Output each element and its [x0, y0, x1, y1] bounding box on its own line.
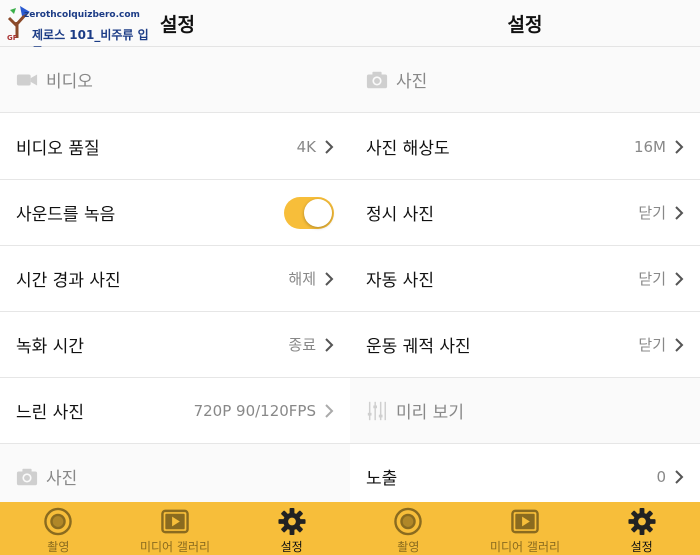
- tab-media-gallery[interactable]: 미디어 갤러리: [117, 502, 234, 555]
- row-label: 사운드를 녹음: [16, 205, 116, 225]
- tab-label: 미디어 갤러리: [489, 540, 561, 554]
- shutter-icon: [394, 507, 423, 536]
- row-value: 해제: [288, 270, 316, 288]
- row-label: 사진 해상도: [366, 139, 450, 159]
- chevron-right-icon: [675, 205, 684, 220]
- tab-capture[interactable]: 촬영: [350, 502, 467, 555]
- play-icon: [161, 509, 189, 534]
- section-label: 사진: [46, 469, 78, 489]
- row-label: 느린 사진: [16, 403, 84, 423]
- row-timed-photo[interactable]: 정시 사진 닫기: [350, 180, 700, 246]
- row-value: 720P 90/120FPS: [193, 401, 316, 420]
- section-photo: 사진: [350, 47, 700, 113]
- header: 설정: [350, 0, 700, 47]
- gear-icon: [278, 507, 306, 536]
- row-auto-photo[interactable]: 자동 사진 닫기: [350, 246, 700, 312]
- video-icon: [16, 74, 38, 85]
- tab-label: 설정: [280, 540, 303, 554]
- sliders-icon: [367, 401, 386, 420]
- tab-bar: 촬영 미디어 갤러리 설정: [0, 502, 350, 555]
- section-photo: 사진: [0, 444, 350, 510]
- section-label: 미리 보기: [396, 403, 464, 423]
- tab-label: 촬영: [47, 540, 70, 554]
- row-record-time[interactable]: 녹화 시간 종료: [0, 312, 350, 378]
- tab-label: 촬영: [397, 540, 420, 554]
- row-slow-motion[interactable]: 느린 사진 720P 90/120FPS: [0, 378, 350, 444]
- tab-settings[interactable]: 설정: [583, 502, 700, 555]
- row-timelapse[interactable]: 시간 경과 사진 해제: [0, 246, 350, 312]
- row-value: 닫기: [638, 336, 666, 354]
- row-photo-resolution[interactable]: 사진 해상도 16M: [350, 114, 700, 180]
- chevron-right-icon: [325, 337, 334, 352]
- watermark-gf: GF: [7, 34, 18, 42]
- tab-bar: 촬영 미디어 갤러리 설정: [350, 502, 700, 555]
- section-video: 비디오: [0, 47, 350, 113]
- camera-icon: [16, 468, 38, 485]
- section-label: 사진: [396, 72, 428, 92]
- row-label: 녹화 시간: [16, 337, 84, 357]
- settings-panel-right: 설정 사진 사진 해상도 16M 정시 사진 닫기 자동 사진 닫기 운동 궤적…: [350, 0, 700, 555]
- row-value: 종료: [288, 336, 316, 354]
- tab-label: 미디어 갤러리: [139, 540, 211, 554]
- row-video-quality[interactable]: 비디오 품질 4K: [0, 114, 350, 180]
- row-value: 0: [656, 467, 666, 486]
- row-exposure[interactable]: 노출 0: [350, 444, 700, 510]
- chevron-right-icon: [325, 403, 334, 418]
- tab-settings[interactable]: 설정: [233, 502, 350, 555]
- watermark-url: zerothcolquizbero.com: [24, 10, 140, 20]
- row-label: 시간 경과 사진: [16, 271, 121, 291]
- chevron-right-icon: [675, 139, 684, 154]
- chevron-right-icon: [675, 337, 684, 352]
- tab-label: 설정: [630, 540, 653, 554]
- play-icon: [511, 509, 539, 534]
- tab-capture[interactable]: 촬영: [0, 502, 117, 555]
- row-record-sound: 사운드를 녹음: [0, 180, 350, 246]
- section-preview: 미리 보기: [350, 378, 700, 444]
- row-label: 자동 사진: [366, 271, 434, 291]
- settings-panel-left: zerothcolquizbero.com 제로스 101_비주류 입문 GF …: [0, 0, 350, 555]
- chevron-right-icon: [675, 271, 684, 286]
- page-title: 설정: [507, 13, 543, 36]
- row-value: 16M: [633, 137, 666, 156]
- camera-icon: [366, 71, 388, 88]
- record-sound-toggle[interactable]: [284, 196, 334, 229]
- tab-media-gallery[interactable]: 미디어 갤러리: [467, 502, 584, 555]
- watermark: zerothcolquizbero.com 제로스 101_비주류 입문 GF: [2, 2, 152, 59]
- chevron-right-icon: [325, 139, 334, 154]
- row-label: 비디오 품질: [16, 139, 100, 159]
- row-value: 닫기: [638, 204, 666, 222]
- shutter-icon: [44, 507, 73, 536]
- page-title: 설정: [160, 13, 195, 36]
- header: zerothcolquizbero.com 제로스 101_비주류 입문 GF …: [0, 0, 350, 59]
- row-motion-trail-photo[interactable]: 운동 궤적 사진 닫기: [350, 312, 700, 378]
- gear-icon: [628, 507, 656, 536]
- chevron-right-icon: [325, 271, 334, 286]
- toggle-knob: [304, 198, 332, 227]
- chevron-right-icon: [675, 469, 684, 484]
- row-value: 닫기: [638, 270, 666, 288]
- row-value: 4K: [296, 137, 316, 156]
- row-label: 운동 궤적 사진: [366, 337, 471, 357]
- row-label: 정시 사진: [366, 205, 434, 225]
- row-label: 노출: [366, 469, 398, 489]
- section-label: 비디오: [46, 72, 93, 92]
